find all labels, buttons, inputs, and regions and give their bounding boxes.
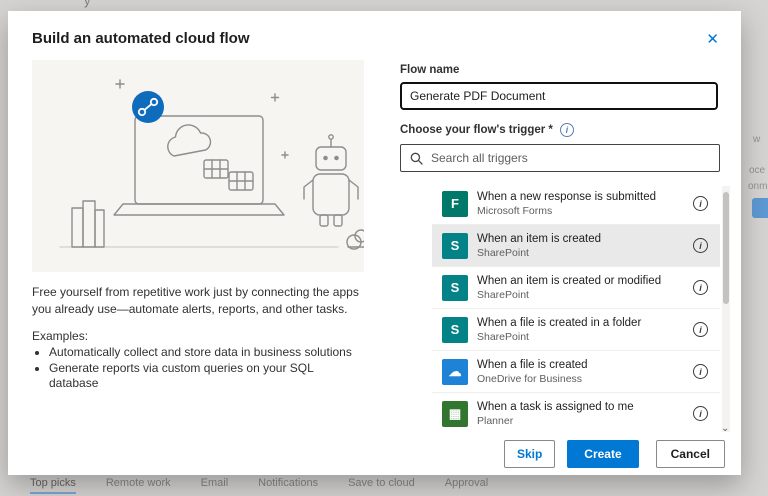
trigger-title: When an item is created (477, 232, 602, 245)
trigger-row-file-created[interactable]: ☁ When a file is created OneDrive for Bu… (432, 351, 720, 393)
sharepoint-icon: S (442, 316, 468, 343)
selection-gutter: ✓ (400, 236, 457, 255)
sharepoint-icon: S (442, 232, 468, 259)
trigger-title: When a file is created (477, 358, 588, 371)
intro-description: Free yourself from repetitive work just … (32, 285, 359, 317)
onedrive-icon: ☁ (442, 358, 468, 385)
example-item: Automatically collect and store data in … (49, 345, 364, 361)
flow-badge-icon (132, 91, 164, 123)
scrollbar-thumb[interactable] (723, 192, 729, 304)
background-text-fragment: oce (749, 165, 766, 176)
create-button[interactable]: Create (567, 440, 639, 468)
bg-tab-remote-work: Remote work (105, 477, 171, 489)
bg-tab-approval: Approval (444, 477, 489, 489)
trigger-list: F When a new response is submitted Micro… (400, 183, 720, 429)
info-icon[interactable]: i (693, 280, 708, 295)
examples-label: Examples: (32, 329, 89, 344)
trigger-row-item-created-modified[interactable]: S When an item is created or modified Sh… (432, 267, 720, 309)
bg-tab-email: Email (200, 477, 229, 489)
build-automated-flow-dialog: Build an automated cloud flow ✕ Free you… (8, 11, 741, 475)
flow-name-input[interactable] (399, 81, 719, 111)
chevron-down-icon[interactable]: ⌄ (721, 424, 729, 434)
trigger-row-file-created-folder[interactable]: S When a file is created in a folder Sha… (432, 309, 720, 351)
bg-tab-notifications: Notifications (258, 477, 319, 489)
info-icon[interactable]: i (559, 123, 574, 137)
trigger-list-scrollbar[interactable]: ⌄ (721, 186, 730, 434)
bg-tab-top-picks: Top picks (30, 477, 76, 494)
examples-list: Automatically collect and store data in … (32, 345, 364, 392)
background-text-fragment: y (84, 0, 91, 8)
trigger-service: SharePoint (477, 288, 529, 301)
trigger-service: SharePoint (477, 330, 529, 343)
trigger-row-task-assigned[interactable]: ▦ When a task is assigned to me Planner … (432, 393, 720, 429)
flow-name-label: Flow name (400, 64, 460, 76)
skip-button[interactable]: Skip (503, 440, 556, 468)
microsoft-forms-icon: F (442, 190, 468, 217)
flow-form-column: Flow name Choose your flow's trigger * i… (399, 58, 730, 440)
trigger-title: When a new response is submitted (477, 190, 656, 203)
info-icon[interactable]: i (693, 406, 708, 421)
info-icon[interactable]: i (693, 238, 708, 253)
dialog-footer: Skip Create Cancel (8, 440, 741, 475)
cancel-button[interactable]: Cancel (655, 440, 725, 468)
background-category-tabs: Top picks Remote work Email Notification… (30, 477, 489, 494)
trigger-search-input[interactable] (431, 151, 710, 165)
trigger-title: When a task is assigned to me (477, 400, 634, 413)
bg-tab-save-to-cloud: Save to cloud (348, 477, 415, 489)
info-icon[interactable]: i (693, 364, 708, 379)
trigger-title: When an item is created or modified (477, 274, 662, 287)
trigger-service: OneDrive for Business (477, 372, 583, 385)
trigger-search-box[interactable] (400, 144, 720, 172)
dialog-title: Build an automated cloud flow (32, 30, 250, 47)
planner-icon: ▦ (442, 400, 468, 427)
close-icon[interactable]: ✕ (700, 30, 725, 49)
trigger-row-forms-response[interactable]: F When a new response is submitted Micro… (432, 183, 720, 225)
trigger-service: Microsoft Forms (477, 204, 553, 217)
trigger-service: Planner (477, 414, 514, 427)
sharepoint-icon: S (442, 274, 468, 301)
background-text-fragment: onm (748, 181, 768, 192)
trigger-service: SharePoint (477, 246, 529, 259)
search-icon (410, 152, 423, 165)
info-icon[interactable]: i (693, 196, 708, 211)
trigger-label: Choose your flow's trigger * (400, 124, 553, 136)
dialog-body: Free yourself from repetitive work just … (8, 49, 741, 440)
example-item: Generate reports via custom queries on y… (49, 361, 364, 392)
intro-column: Free yourself from repetitive work just … (32, 58, 368, 440)
dialog-header: Build an automated cloud flow ✕ (8, 11, 741, 49)
flow-illustration (32, 60, 368, 272)
background-text-fragment: w (753, 134, 761, 145)
trigger-title: When a file is created in a folder (477, 316, 642, 329)
trigger-row-item-created[interactable]: ✓ S When an item is created SharePoint i (432, 225, 720, 267)
background-app-icon (752, 198, 768, 218)
info-icon[interactable]: i (693, 322, 708, 337)
